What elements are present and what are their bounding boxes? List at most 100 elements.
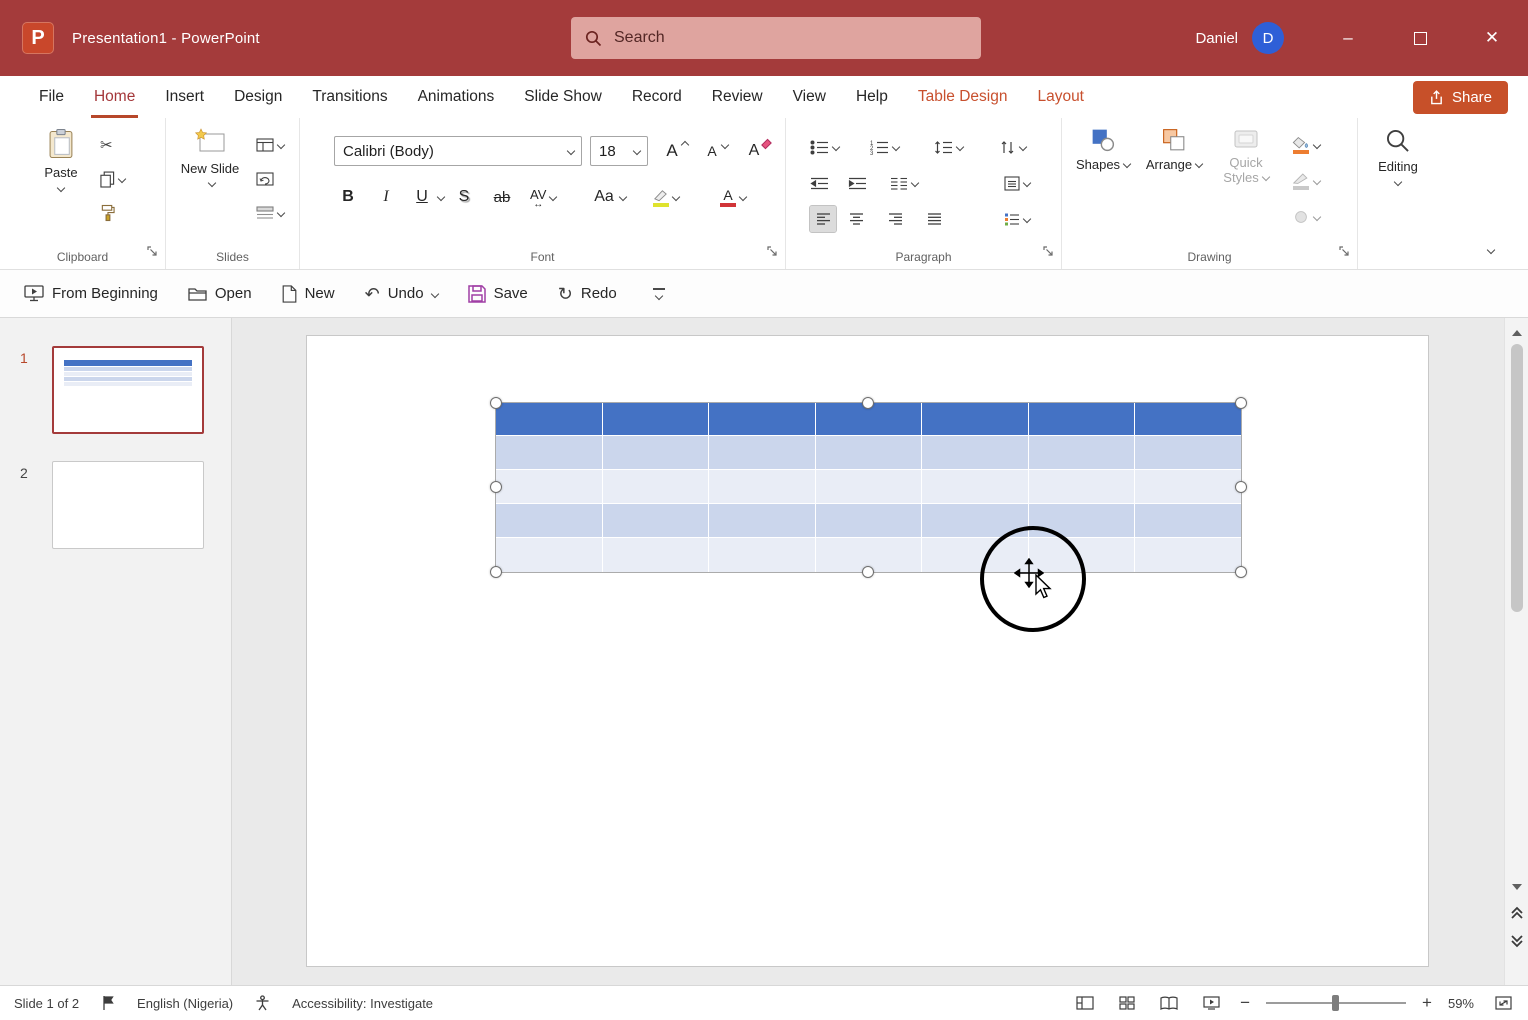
align-center-button[interactable] <box>849 206 864 232</box>
maximize-button[interactable] <box>1384 0 1456 76</box>
table-cell[interactable] <box>603 538 710 572</box>
tab-insert[interactable]: Insert <box>150 76 219 118</box>
font-color-button[interactable]: A <box>720 182 746 212</box>
table-cell[interactable] <box>496 538 603 572</box>
table-cell[interactable] <box>603 403 710 435</box>
slide-sorter-view-button[interactable] <box>1114 991 1140 1015</box>
previous-slide-button[interactable] <box>1505 904 1528 922</box>
tab-file[interactable]: File <box>24 76 79 118</box>
clipboard-dialog-launcher-icon[interactable] <box>147 244 158 262</box>
quick-styles-button[interactable]: Quick Styles <box>1214 128 1278 185</box>
table-row[interactable] <box>496 504 1241 538</box>
slide-layout-button[interactable] <box>256 132 284 158</box>
scrollbar-thumb[interactable] <box>1511 344 1523 612</box>
font-dialog-launcher-icon[interactable] <box>767 244 778 262</box>
change-case-button[interactable]: Aa <box>592 182 626 212</box>
language-indicator[interactable]: English (Nigeria) <box>137 996 233 1011</box>
new-button[interactable]: New <box>282 285 335 303</box>
text-shadow-button[interactable]: S <box>452 182 476 212</box>
table-cell[interactable] <box>1135 436 1241 469</box>
table-cell[interactable] <box>496 436 603 469</box>
increase-font-size-button[interactable]: A <box>660 136 688 166</box>
new-slide-button[interactable]: New Slide <box>178 128 242 191</box>
slide-table[interactable] <box>496 403 1241 572</box>
bullets-button[interactable] <box>810 134 839 160</box>
underline-button[interactable]: U <box>410 182 444 212</box>
table-cell[interactable] <box>1135 504 1241 537</box>
table-cell[interactable] <box>1029 470 1136 503</box>
align-text-button[interactable] <box>1004 170 1030 196</box>
tab-animations[interactable]: Animations <box>403 76 510 118</box>
font-name-combo[interactable]: Calibri (Body) <box>334 136 582 166</box>
paragraph-dialog-launcher-icon[interactable] <box>1043 244 1054 262</box>
close-button[interactable]: ✕ <box>1456 0 1528 76</box>
increase-indent-button[interactable] <box>848 170 867 196</box>
table-cell[interactable] <box>709 403 816 435</box>
scroll-up-button[interactable] <box>1505 324 1528 342</box>
user-avatar[interactable]: D <box>1252 22 1284 54</box>
tab-home[interactable]: Home <box>79 76 150 118</box>
shape-effects-button[interactable] <box>1292 204 1320 230</box>
customize-qat-button[interactable] <box>653 288 665 299</box>
strikethrough-button[interactable]: ab <box>490 182 514 212</box>
line-spacing-button[interactable] <box>934 134 963 160</box>
search-input[interactable] <box>614 29 967 47</box>
tab-layout[interactable]: Layout <box>1022 76 1099 118</box>
table-resize-handle-top-right[interactable] <box>1235 397 1247 409</box>
table-cell[interactable] <box>1029 403 1136 435</box>
zoom-slider[interactable] <box>1266 1002 1406 1004</box>
character-spacing-button[interactable]: AV ↔ <box>530 182 556 212</box>
zoom-slider-thumb[interactable] <box>1332 995 1339 1011</box>
table-cell[interactable] <box>709 504 816 537</box>
table-cell[interactable] <box>816 504 923 537</box>
collapse-ribbon-button[interactable] <box>1488 241 1494 259</box>
bold-button[interactable]: B <box>336 182 360 212</box>
numbering-button[interactable]: 1 2 3 <box>870 134 899 160</box>
table-resize-handle-bottom-middle[interactable] <box>862 566 874 578</box>
accessibility-status[interactable]: Accessibility: Investigate <box>292 996 433 1011</box>
next-slide-button[interactable] <box>1505 932 1528 950</box>
editing-button[interactable]: Editing <box>1366 128 1430 185</box>
table-cell[interactable] <box>709 538 816 572</box>
shapes-button[interactable]: Shapes <box>1074 128 1132 172</box>
table-resize-handle-bottom-right[interactable] <box>1235 566 1247 578</box>
section-button[interactable] <box>256 200 284 226</box>
undo-button[interactable]: ↶ Undo <box>365 285 438 303</box>
table-cell[interactable] <box>1135 403 1241 435</box>
table-cell[interactable] <box>496 504 603 537</box>
table-cell[interactable] <box>816 436 923 469</box>
tab-table-design[interactable]: Table Design <box>903 76 1023 118</box>
proofing-language-flag-icon[interactable] <box>101 995 115 1011</box>
open-button[interactable]: Open <box>188 285 252 302</box>
reset-slide-button[interactable] <box>256 166 274 192</box>
reading-view-button[interactable] <box>1156 991 1182 1015</box>
tab-review[interactable]: Review <box>697 76 778 118</box>
decrease-indent-button[interactable] <box>810 170 829 196</box>
table-cell[interactable] <box>816 470 923 503</box>
table-cell[interactable] <box>1135 538 1241 572</box>
text-direction-button[interactable] <box>1000 134 1026 160</box>
zoom-out-button[interactable]: − <box>1240 993 1250 1013</box>
tab-help[interactable]: Help <box>841 76 903 118</box>
shape-fill-button[interactable] <box>1292 132 1320 158</box>
table-cell[interactable] <box>1135 470 1241 503</box>
slide-1-canvas[interactable] <box>306 335 1429 967</box>
justify-button[interactable] <box>927 206 942 232</box>
tab-record[interactable]: Record <box>617 76 697 118</box>
align-right-button[interactable] <box>888 206 903 232</box>
zoom-in-button[interactable]: + <box>1422 993 1432 1013</box>
cut-button[interactable]: ✂ <box>100 132 113 158</box>
align-left-button[interactable] <box>810 206 836 232</box>
save-button[interactable]: Save <box>468 285 528 303</box>
table-cell[interactable] <box>603 436 710 469</box>
decrease-font-size-button[interactable]: A <box>700 136 728 166</box>
slide-show-button[interactable] <box>1198 991 1224 1015</box>
tab-slide-show[interactable]: Slide Show <box>509 76 617 118</box>
search-box[interactable] <box>571 17 981 59</box>
convert-to-smartart-button[interactable] <box>1004 206 1030 232</box>
copy-button[interactable] <box>100 166 125 192</box>
tab-design[interactable]: Design <box>219 76 297 118</box>
table-cell[interactable] <box>1029 436 1136 469</box>
clear-formatting-button[interactable]: A <box>742 136 771 166</box>
tab-view[interactable]: View <box>778 76 841 118</box>
